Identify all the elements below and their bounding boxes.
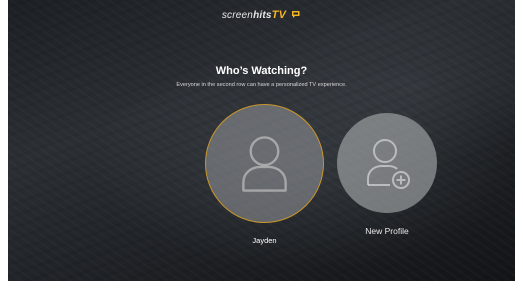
app-screen: screenhitsTV Who’s Watching? Everyone in… <box>8 0 515 281</box>
profile-name-new: New Profile <box>365 226 409 236</box>
user-icon <box>242 136 287 192</box>
logo-text-tv: TV <box>271 9 287 21</box>
new-profile-button[interactable] <box>337 113 437 213</box>
profile-name-jayden: Jayden <box>252 236 277 245</box>
profile-jayden-button[interactable] <box>205 104 324 223</box>
page-title: Who’s Watching? <box>215 65 308 77</box>
page-subtitle: Everyone in the second row can have a pe… <box>176 82 347 88</box>
add-user-icon <box>367 139 410 189</box>
logo-text-hits: hits <box>253 10 272 21</box>
chat-bubble-icon <box>291 10 301 22</box>
app-logo: screenhitsTV <box>8 9 515 22</box>
logo-text-screen: screen <box>221 10 254 21</box>
